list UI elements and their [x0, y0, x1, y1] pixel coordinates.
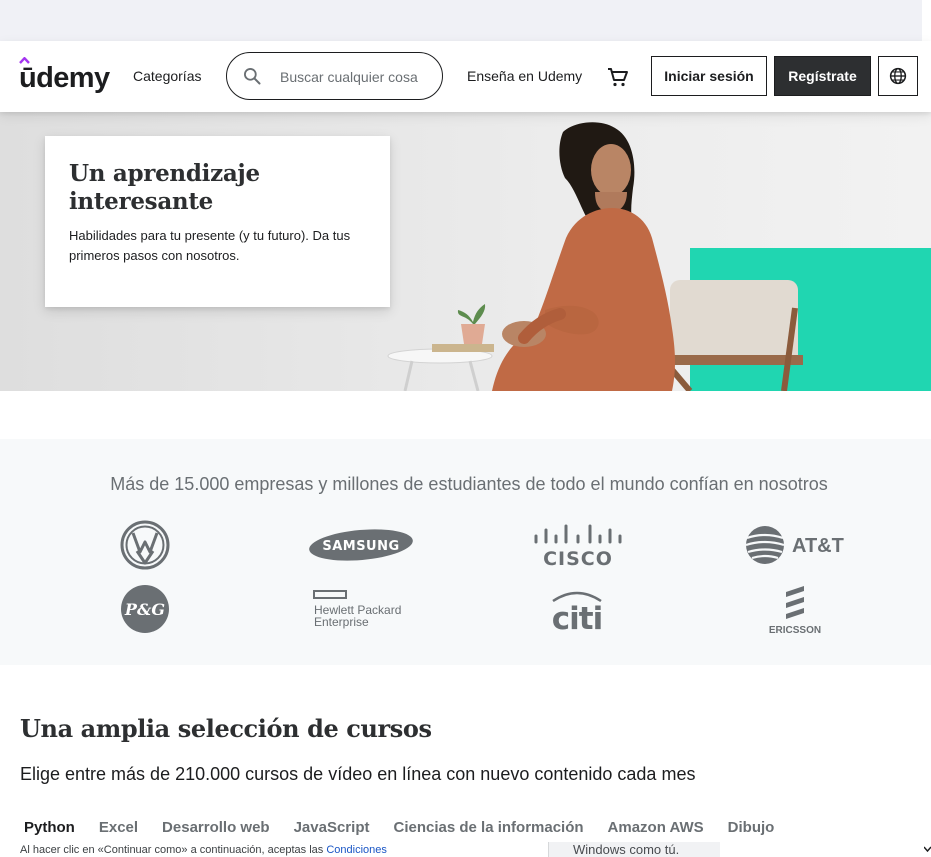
categories-link[interactable]: Categorías [133, 68, 201, 84]
pg-logo: P&G [121, 585, 169, 633]
hero-title: Un aprendizaje interesante [69, 160, 260, 215]
udemy-logo[interactable]: ūdemy [19, 57, 114, 95]
terms-link[interactable]: Condiciones [326, 844, 387, 856]
svg-text:citi: citi [552, 601, 602, 631]
browser-top-strip [0, 0, 922, 41]
svg-text:ūdemy: ūdemy [19, 62, 110, 94]
svg-text:AT&T: AT&T [792, 535, 844, 557]
hero-text: Habilidades para tu presente (y tu futur… [69, 228, 351, 263]
trusted-by-section: Más de 15.000 empresas y millones de est… [0, 439, 931, 665]
svg-text:Enterprise: Enterprise [314, 615, 369, 629]
search-input[interactable] [280, 67, 420, 87]
site-header: ūdemy Categorías Enseña en Udemy Iniciar… [0, 41, 931, 112]
svg-text:P&G: P&G [124, 600, 165, 619]
volkswagen-logo [120, 520, 170, 570]
svg-text:SAMSUNG: SAMSUNG [322, 539, 399, 554]
hpe-logo: Hewlett Packard Enterprise [313, 590, 401, 629]
consent-text: Al hacer clic en «Continuar como» a cont… [20, 844, 387, 856]
tab-python[interactable]: Python [24, 819, 75, 836]
svg-text:ERICSSON: ERICSSON [769, 625, 821, 636]
tab-javascript[interactable]: JavaScript [294, 819, 370, 836]
tab-web-development[interactable]: Desarrollo web [162, 819, 270, 836]
chevron-down-icon [924, 846, 931, 853]
courses-subtitle: Elige entre más de 210.000 cursos de víd… [20, 764, 696, 784]
ericsson-logo: ERICSSON [769, 586, 821, 636]
consent-text-body: Al hacer clic en «Continuar como» a cont… [20, 844, 327, 856]
teach-link[interactable]: Enseña en Udemy [467, 68, 582, 84]
trust-title: Más de 15.000 empresas y millones de est… [110, 474, 828, 494]
att-logo: AT&T [745, 526, 844, 564]
tab-drawing[interactable]: Dibujo [728, 819, 775, 836]
language-button[interactable] [878, 56, 918, 96]
signup-button[interactable]: Regístrate [774, 56, 871, 96]
citi-logo: citi [552, 591, 603, 631]
courses-title: Una amplia selección de cursos [20, 714, 432, 743]
samsung-logo: SAMSUNG [309, 529, 413, 561]
hero-card: Un aprendizaje interesante Habilidades p… [45, 136, 390, 307]
hero-banner: Un aprendizaje interesante Habilidades p… [0, 112, 931, 391]
consent-strip: Al hacer clic en «Continuar como» a cont… [0, 842, 931, 857]
cart-icon[interactable] [606, 65, 630, 89]
search-icon[interactable] [242, 66, 262, 86]
svg-text:CISCO: CISCO [543, 548, 613, 568]
course-tabs: Python Excel Desarrollo web JavaScript C… [24, 819, 774, 836]
windows-popup: Windows como tú. [548, 842, 720, 857]
login-button[interactable]: Iniciar sesión [651, 56, 767, 96]
cisco-logo: CISCO [534, 524, 622, 568]
search-bar[interactable] [226, 52, 443, 100]
browser-top-edge [922, 0, 931, 41]
tab-excel[interactable]: Excel [99, 819, 138, 836]
tab-amazon-aws[interactable]: Amazon AWS [608, 819, 704, 836]
tab-data-science[interactable]: Ciencias de la información [393, 819, 583, 836]
windows-popup-text: Windows como tú. [573, 842, 680, 857]
globe-icon [889, 67, 907, 85]
